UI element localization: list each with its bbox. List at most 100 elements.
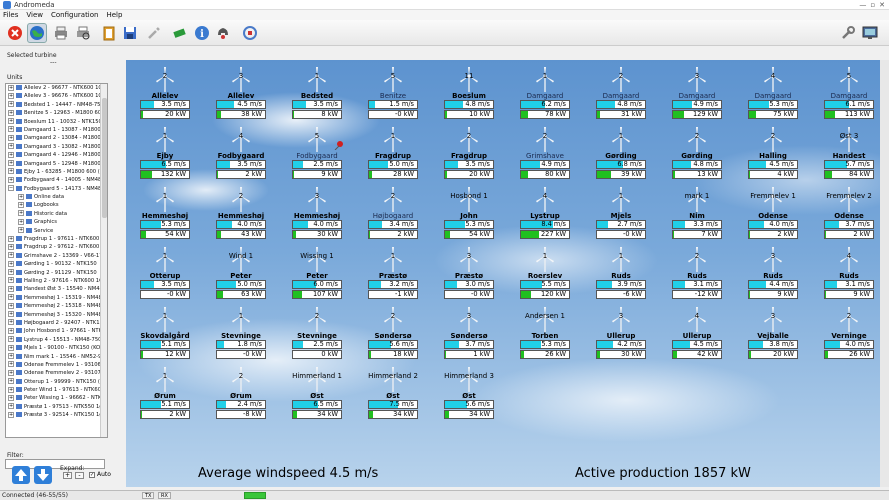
turbine-card[interactable]: Hosbond 1 John 5.3 m/s 54 kW: [444, 186, 494, 246]
turbine-card[interactable]: 2 Søndersø 5.6 m/s 18 kW: [368, 306, 418, 366]
expand-icon[interactable]: +: [8, 411, 14, 418]
turbine-card[interactable]: 3 Søndersø 3.7 m/s 1 kW: [444, 306, 494, 366]
menu-configuration[interactable]: Configuration: [51, 10, 98, 20]
tree-item[interactable]: + Fragdrup 2 - 97612 - NTK600: [6, 243, 107, 251]
tree-item[interactable]: + Odense Fremmelev 1 - 93106: [6, 361, 107, 369]
auto-checkbox[interactable]: ✓: [89, 472, 95, 478]
tree-item[interactable]: − Fodbygaard 5 - 14173 - NM48-: [6, 185, 107, 193]
turbine-card[interactable]: 1 Ørum 5.1 m/s 2 kW: [140, 366, 190, 426]
tree-item[interactable]: + Hemmeshøj 3 - 15320 - NM48-: [6, 311, 107, 319]
clipboard-button[interactable]: [99, 23, 119, 43]
turbine-card[interactable]: 5 Damgaard 6.1 m/s 113 kW: [824, 66, 874, 126]
expand-icon[interactable]: +: [8, 84, 14, 91]
turbine-card[interactable]: 2 Fragdrup 3.5 m/s 20 kW: [444, 126, 494, 186]
turbine-card[interactable]: 1 Ruds 3.9 m/s -6 kW: [596, 246, 646, 306]
tree-item[interactable]: + Peter Wind 1 - 97613 - NTK600: [6, 386, 107, 394]
tree-item[interactable]: + Bedsted 1 - 14447 - NM48-750: [6, 101, 107, 109]
tree-item[interactable]: + Gørding 2 - 91129 - NTK150: [6, 269, 107, 277]
turbine-card[interactable]: Himmerland 1 Øst 6.5 m/s 34 kW: [292, 366, 342, 426]
expand-icon[interactable]: +: [8, 378, 14, 385]
turbine-card[interactable]: 1 Mjels 2.7 m/s -0 kW: [596, 186, 646, 246]
expand-icon[interactable]: +: [8, 118, 14, 125]
tree-item[interactable]: + Damgaard 3 - 13082 - M1800 6: [6, 143, 107, 151]
tree-item[interactable]: + Boeslum 11 - 10032 - NTK150: [6, 118, 107, 126]
tree-item[interactable]: + Højbogaard 2 - 92407 - NTK150: [6, 319, 107, 327]
expand-icon[interactable]: +: [8, 369, 14, 376]
tree-scrollbar[interactable]: [100, 84, 107, 437]
expand-icon[interactable]: +: [8, 143, 14, 150]
tree-item[interactable]: + Allelev 3 - 96676 - NTK600 1Ge: [6, 92, 107, 100]
battery-button[interactable]: [170, 23, 190, 43]
turbine-card[interactable]: Andersen 1 Torben 5.3 m/s 26 kW: [520, 306, 570, 366]
menu-files[interactable]: Files: [3, 10, 18, 20]
turbine-card[interactable]: 5 Fodbygaard 2.5 m/s 9 kW: [292, 126, 342, 186]
tree-item[interactable]: + Handest Øst 3 - 15540 - NM48: [6, 285, 107, 293]
menu-help[interactable]: Help: [106, 10, 122, 20]
turbine-card[interactable]: 1 Damgaard 6.2 m/s 78 kW: [520, 66, 570, 126]
expand-icon[interactable]: +: [18, 201, 24, 208]
expand-icon[interactable]: +: [8, 252, 14, 259]
turbine-card[interactable]: 2 Damgaard 4.8 m/s 31 kW: [596, 66, 646, 126]
turbine-card[interactable]: 2 Halling 4.5 m/s 4 kW: [748, 126, 798, 186]
menu-view[interactable]: View: [26, 10, 43, 20]
turbine-card[interactable]: 4 Ullerup 4.5 m/s 42 kW: [672, 306, 722, 366]
maximize-button[interactable]: ▫: [870, 0, 875, 10]
print-preview-button[interactable]: [73, 23, 93, 43]
tree-subitem[interactable]: + Historic data: [6, 210, 107, 218]
turbine-card[interactable]: 3 Ruds 4.4 m/s 9 kW: [748, 246, 798, 306]
expand-icon[interactable]: +: [8, 277, 14, 284]
collapse-icon[interactable]: −: [8, 185, 14, 192]
expand-icon[interactable]: +: [8, 394, 14, 401]
turbine-card[interactable]: 3 Allelev 4.5 m/s 38 kW: [216, 66, 266, 126]
turbine-card[interactable]: 3 Vejballe 3.8 m/s 20 kW: [748, 306, 798, 366]
tree-item[interactable]: + Damgaard 5 - 12948 - M1800 6: [6, 160, 107, 168]
expand-icon[interactable]: +: [8, 353, 14, 359]
expand-icon[interactable]: +: [8, 126, 14, 133]
turbine-card[interactable]: mark 1 Nim 3.3 m/s 7 kW: [672, 186, 722, 246]
tree-item[interactable]: + Otterup 1 - 99999 - NTK150 (K: [6, 378, 107, 386]
turbine-card[interactable]: 5 Benitze 1.5 m/s -0 kW: [368, 66, 418, 126]
expand-icon[interactable]: +: [8, 176, 14, 183]
turbine-card[interactable]: 4 Lystrup 8.4 m/s 227 kW: [520, 186, 570, 246]
tree-item[interactable]: + Halling 2 - 97616 - NTK600 1Ge: [6, 277, 107, 285]
expand-icon[interactable]: +: [8, 294, 14, 301]
tree-item[interactable]: + John Hosbond 1 - 97661 - NTK: [6, 327, 107, 335]
expand-icon[interactable]: +: [8, 260, 14, 267]
turbine-card[interactable]: 1 Præstø 3.2 m/s -1 kW: [368, 246, 418, 306]
turbine-card[interactable]: 3 Præstø 3.0 m/s -0 kW: [444, 246, 494, 306]
move-up-button[interactable]: [12, 466, 30, 484]
turbine-card[interactable]: 1 Stevninge 1.8 m/s -0 kW: [216, 306, 266, 366]
expand-icon[interactable]: +: [8, 403, 14, 410]
tree-item[interactable]: + Gørding 1 - 90132 - NTK150: [6, 260, 107, 268]
turbine-card[interactable]: Himmerland 3 Øst 5.6 m/s 34 kW: [444, 366, 494, 426]
expand-icon[interactable]: +: [8, 160, 14, 167]
tools-button[interactable]: [144, 23, 164, 43]
tree-item[interactable]: + Peter Wissing 1 - 96662 - NTK6: [6, 394, 107, 402]
tree-subitem[interactable]: + Logbooks: [6, 201, 107, 209]
expand-icon[interactable]: +: [8, 311, 14, 318]
expand-icon[interactable]: +: [8, 285, 14, 292]
print-button[interactable]: [51, 23, 71, 43]
tree-subitem[interactable]: + Graphics: [6, 218, 107, 226]
expand-icon[interactable]: +: [8, 269, 14, 276]
turbine-card[interactable]: 2 Hemmeshøj 4.0 m/s 43 kW: [216, 186, 266, 246]
turbine-card[interactable]: 1 Roerslev 5.5 m/s 120 kW: [520, 246, 570, 306]
stop-button[interactable]: [5, 23, 25, 43]
tree-subitem[interactable]: + Service: [6, 227, 107, 235]
expand-icon[interactable]: +: [8, 109, 14, 116]
expand-icon[interactable]: +: [18, 218, 24, 225]
turbine-card[interactable]: 1 Bedsted 3.5 m/s 8 kW: [292, 66, 342, 126]
expand-icon[interactable]: +: [8, 243, 14, 250]
turbine-card[interactable]: 1 Otterup 3.5 m/s -0 kW: [140, 246, 190, 306]
phone-button[interactable]: [213, 23, 233, 43]
turbine-card[interactable]: 3 Hemmeshøj 4.0 m/s 30 kW: [292, 186, 342, 246]
turbine-card[interactable]: Øst 3 Handest 5.7 m/s 84 kW: [824, 126, 874, 186]
globe-button[interactable]: [27, 23, 47, 43]
turbine-card[interactable]: 2 Stevninge 2.5 m/s 0 kW: [292, 306, 342, 366]
expand-icon[interactable]: +: [8, 168, 14, 175]
main-scrollbar[interactable]: [880, 60, 889, 487]
expand-icon[interactable]: +: [8, 386, 14, 393]
expand-icon[interactable]: +: [8, 327, 14, 334]
info-button[interactable]: i: [192, 23, 212, 43]
expand-icon[interactable]: +: [8, 92, 14, 99]
